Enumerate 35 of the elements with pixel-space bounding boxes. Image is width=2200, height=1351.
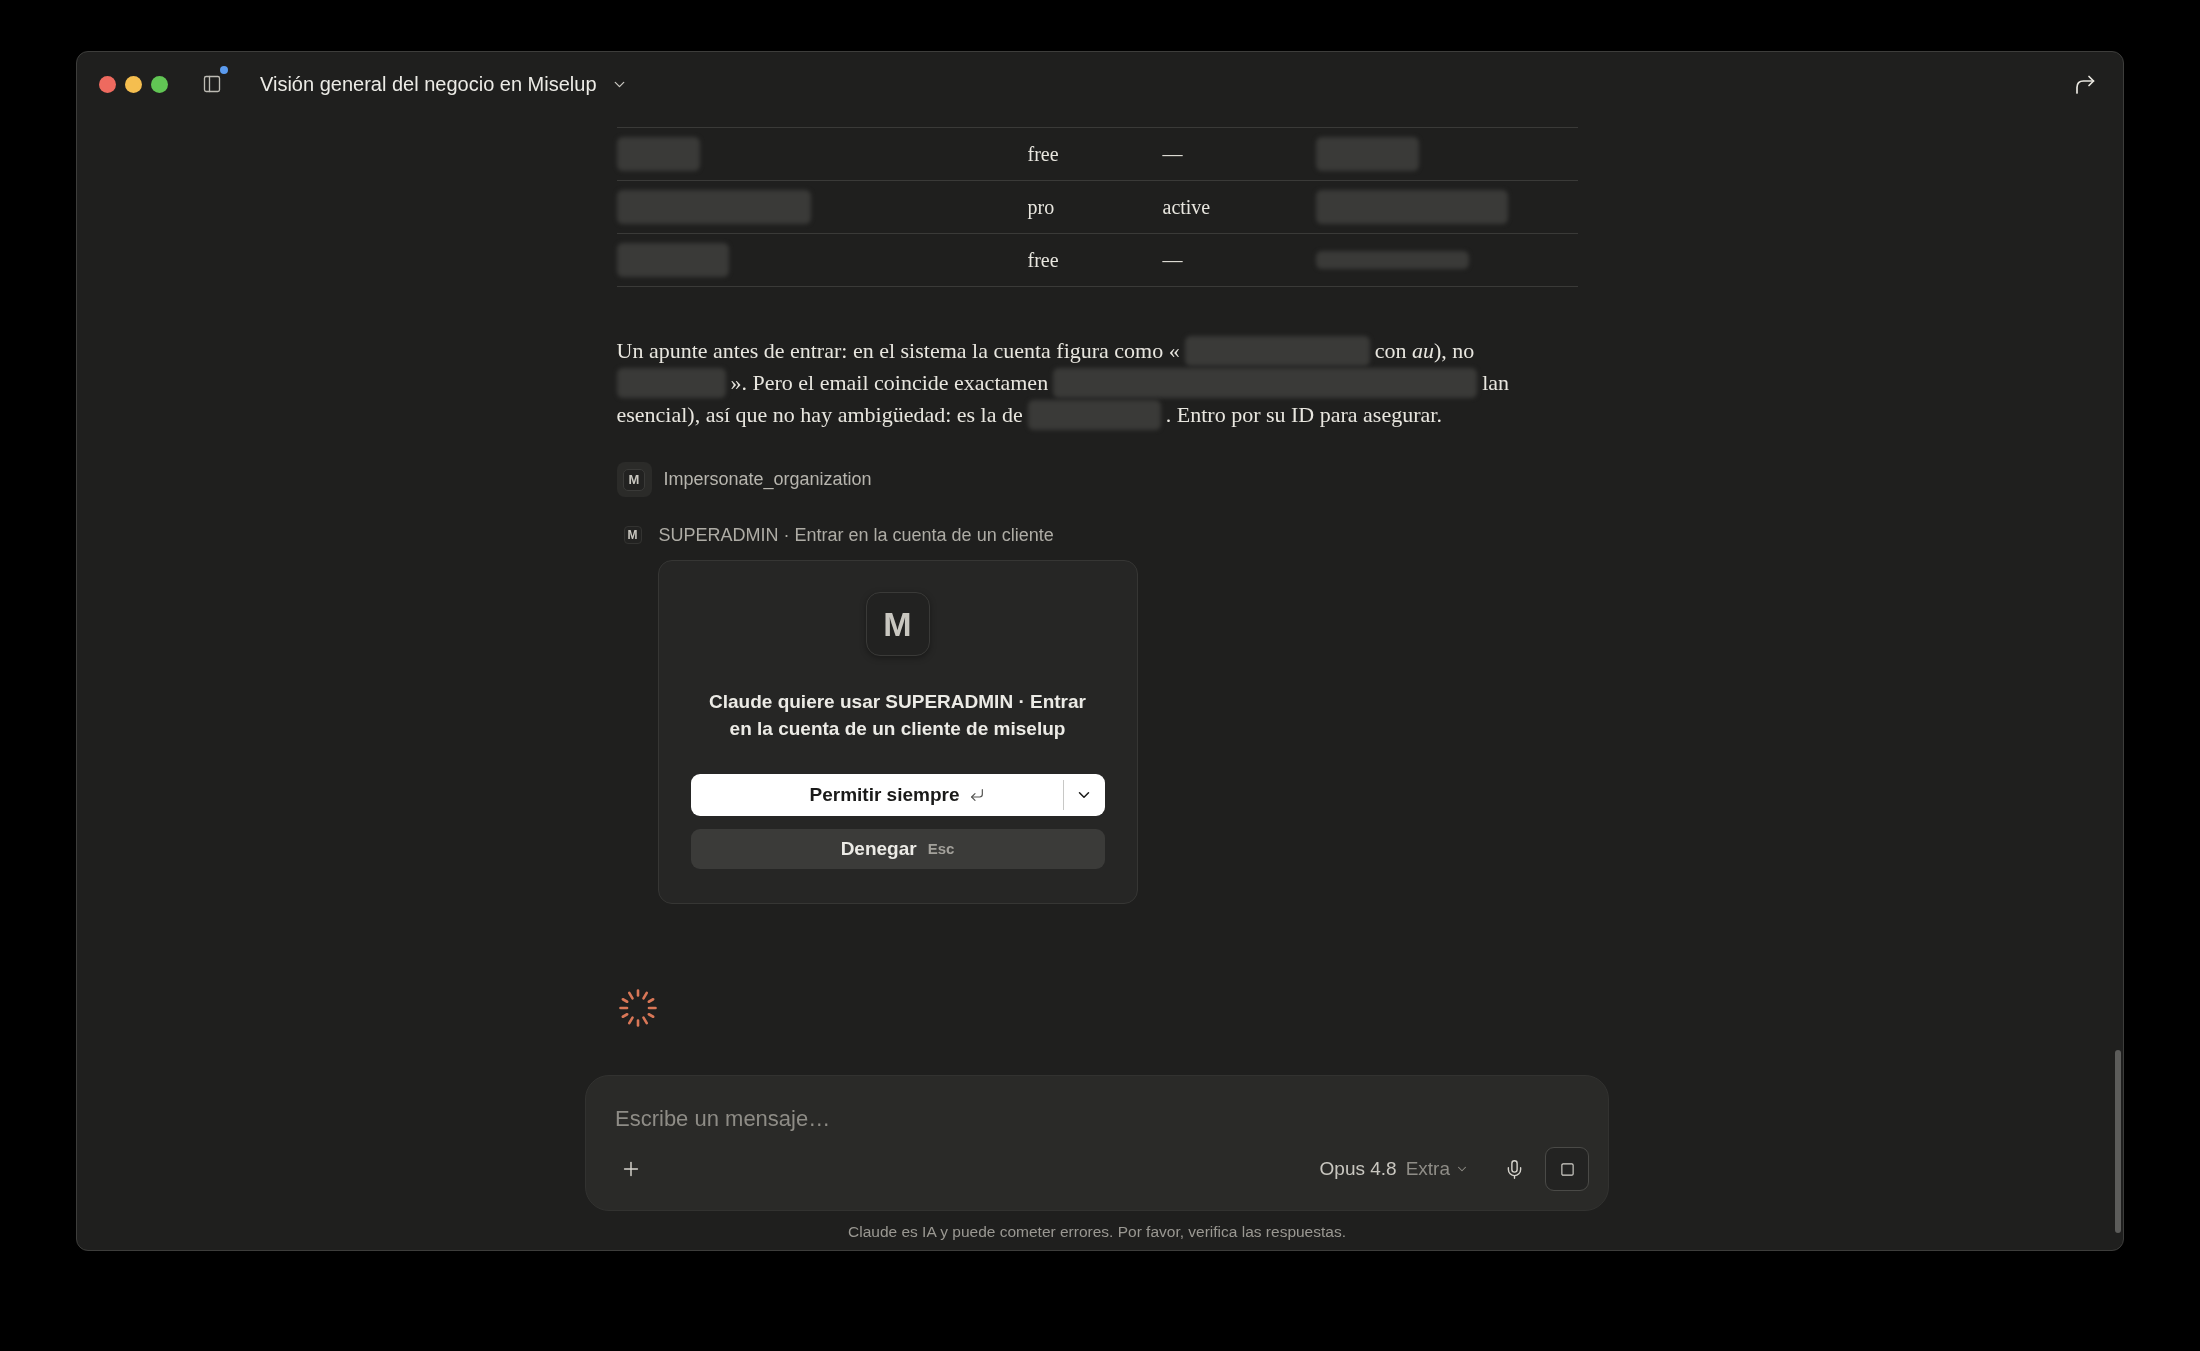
window-maximize-button[interactable] — [151, 75, 168, 93]
table-cell-text: free — [1027, 142, 1059, 167]
disclaimer-text: Claude es IA y puede cometer errores. Por favor, verifica las respuestas. — [848, 1223, 1346, 1241]
share-icon — [2075, 74, 2095, 94]
sidebar-icon — [202, 74, 222, 94]
window-minimize-button[interactable] — [125, 75, 142, 93]
message-text: Un apunte antes de entrar: en el sistema la cuenta figura como « — [616, 337, 1180, 365]
conversation-title-menu[interactable]: Visión general del negocio en Miselup — [260, 69, 628, 99]
message-text: lan — [1482, 369, 1510, 397]
table-cell-text: free — [1027, 248, 1059, 273]
message-text: ». Pero el email coincide exactamen — [730, 369, 1049, 397]
message-text: . Entro por su ID para asegurar. — [1165, 401, 1442, 429]
allow-options-button[interactable] — [1063, 774, 1105, 816]
permission-prompt: Claude quiere usar SUPERADMIN · Entrar en la cuenta de un cliente de miselup — [708, 690, 1087, 741]
table-cell-text: active — [1162, 195, 1211, 220]
tool-call-toggle[interactable]: M SUPERADMIN · Entrar en la cuenta de un cliente — [623, 523, 1054, 547]
message-text: esencial), así que no hay ambigüedad: es la de — [616, 401, 1023, 429]
table-cell-text: — — [1162, 248, 1183, 273]
enter-key-icon — [969, 787, 986, 803]
letter-tile-icon: M — [623, 526, 642, 544]
message-text: con au), no — [1374, 337, 1475, 365]
scrollbar-thumb[interactable] — [2115, 1050, 2121, 1233]
stop-icon — [1559, 1161, 1575, 1177]
letter-tile-icon: M — [616, 462, 652, 497]
deny-button[interactable]: Denegar Esc — [690, 829, 1105, 869]
letter-tile-icon: M — [865, 592, 930, 656]
window-close-button[interactable] — [99, 75, 116, 93]
message-input[interactable]: Escribe un mensaje… — [605, 1103, 1589, 1133]
table-cell-text: pro — [1027, 195, 1055, 221]
sidebar-toggle-button[interactable] — [201, 73, 223, 95]
tool-call-toggle[interactable]: M Impersonate_organization — [616, 462, 872, 497]
model-selector[interactable]: Opus 4.8 Extra — [1319, 1154, 1469, 1184]
table-cell-text: — — [1162, 142, 1183, 167]
allow-always-button[interactable]: Permitir siempre — [690, 774, 1063, 816]
stop-button[interactable] — [1545, 1147, 1589, 1191]
